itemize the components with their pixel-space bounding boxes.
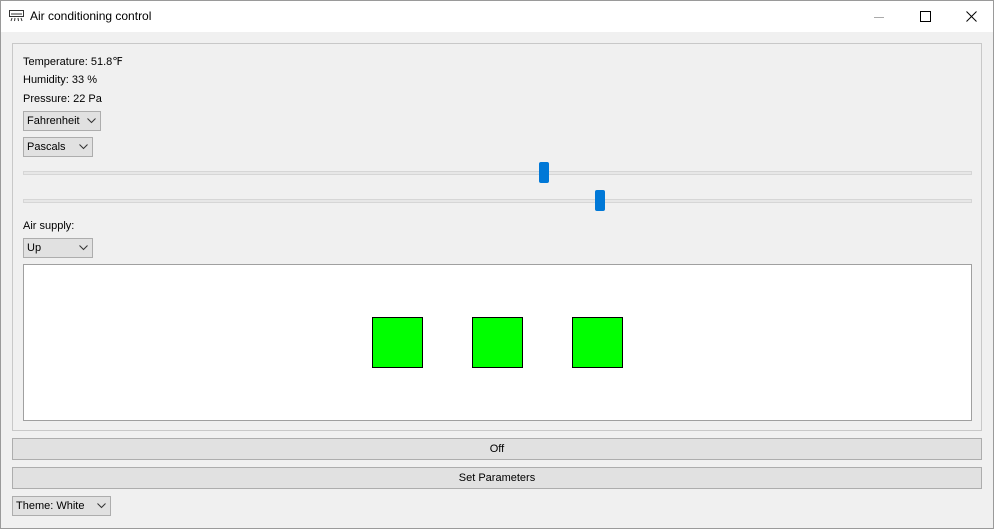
pressure-unit-select[interactable]: Pascals <box>23 137 93 157</box>
humidity-readout: Humidity: 33 % <box>23 74 97 86</box>
chevron-down-icon <box>97 503 106 509</box>
humidity-slider[interactable] <box>23 189 972 213</box>
close-button[interactable] <box>948 1 994 32</box>
airflow-display <box>23 264 972 421</box>
temperature-unit-select[interactable]: Fahrenheit <box>23 111 101 131</box>
close-icon <box>965 11 977 22</box>
chevron-down-icon <box>79 144 88 150</box>
theme-select[interactable]: Theme: White <box>12 496 111 516</box>
set-parameters-button[interactable]: Set Parameters <box>12 467 982 489</box>
chevron-down-icon <box>87 118 96 124</box>
slider-groove <box>23 199 972 203</box>
maximize-icon <box>919 11 931 22</box>
controls-group: Temperature: 51.8℉ Humidity: 33 % Pressu… <box>12 43 982 431</box>
title-bar[interactable]: Air conditioning control <box>1 1 993 32</box>
temperature-slider[interactable] <box>23 161 972 185</box>
theme-value: Theme: White <box>16 500 85 512</box>
air-supply-value: Up <box>27 242 42 254</box>
temperature-readout: Temperature: 51.8℉ <box>23 56 123 68</box>
slider-groove <box>23 171 972 175</box>
airflow-indicator <box>572 317 623 368</box>
maximize-button[interactable] <box>902 1 948 32</box>
slider-handle[interactable] <box>594 190 605 211</box>
airflow-indicator <box>372 317 423 368</box>
pressure-unit-value: Pascals <box>27 141 66 153</box>
air-supply-select[interactable]: Up <box>23 238 93 258</box>
pressure-readout: Pressure: 22 Pa <box>23 93 102 105</box>
slider-handle[interactable] <box>539 162 549 183</box>
airflow-indicator <box>472 317 523 368</box>
air-supply-label: Air supply: <box>23 220 75 232</box>
chevron-down-icon <box>79 245 88 251</box>
power-button[interactable]: Off <box>12 438 982 460</box>
minimize-icon <box>874 16 884 18</box>
air-conditioner-icon <box>9 10 24 22</box>
temperature-unit-value: Fahrenheit <box>27 115 80 127</box>
minimize-button[interactable] <box>856 1 902 32</box>
window-title: Air conditioning control <box>30 9 152 23</box>
app-window: Air conditioning control Temperature: 51… <box>0 0 994 529</box>
